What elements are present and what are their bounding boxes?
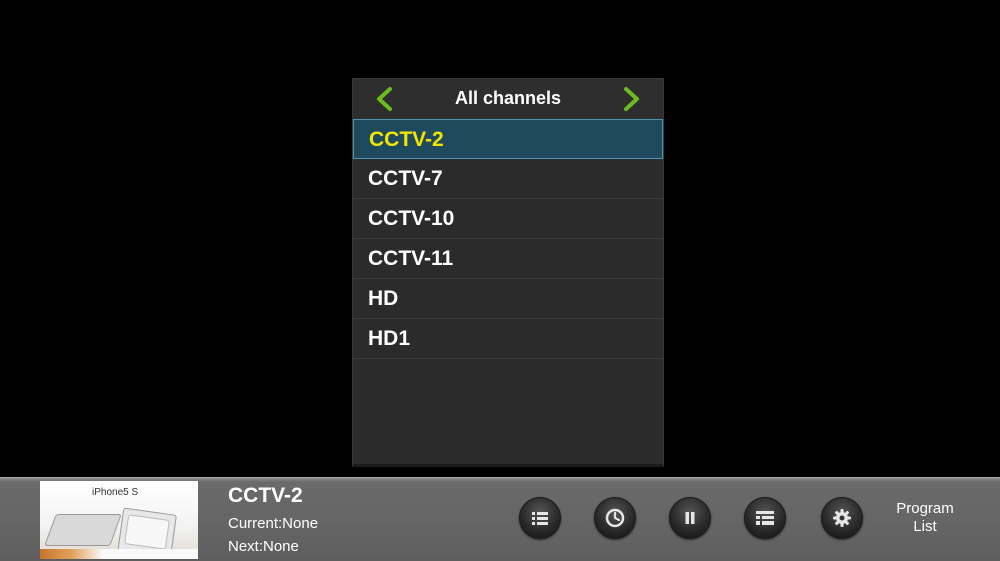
panel-title: All channels <box>454 88 562 108</box>
program-list-label-line1: Program <box>896 500 954 517</box>
channel-list-button[interactable] <box>519 497 561 539</box>
clock-button[interactable] <box>594 497 636 539</box>
channel-label: CCTV-2 <box>369 128 444 151</box>
thumbnail-brand-text: iPhone5 S <box>92 487 139 498</box>
panel-header: All channels <box>353 79 663 119</box>
current-program: Current:None <box>228 515 319 532</box>
channel-item-cctv-10[interactable]: CCTV-10 <box>353 199 663 239</box>
channel-item-cctv-7[interactable]: CCTV-7 <box>353 159 663 199</box>
chevron-right-icon[interactable] <box>619 86 643 112</box>
phone-image <box>44 514 122 546</box>
channel-preview-thumbnail: iPhone5 S <box>40 481 198 559</box>
channel-label: HD1 <box>368 327 411 350</box>
channel-item-cctv-11[interactable]: CCTV-11 <box>353 239 663 279</box>
epg-button[interactable] <box>744 497 786 539</box>
epg-list-icon <box>756 511 774 525</box>
next-program: Next:None <box>228 538 299 555</box>
channel-item-hd1[interactable]: HD1 <box>353 319 663 359</box>
pause-button[interactable] <box>669 497 711 539</box>
channel-list-panel: All channels CCTV-2 CCTV-7 CCTV-10 CCTV-… <box>352 78 664 467</box>
thumbnail-strip <box>40 549 198 559</box>
list-icon <box>532 512 548 525</box>
channel-label: CCTV-10 <box>368 207 455 230</box>
channel-item-cctv-2[interactable]: CCTV-2 <box>353 119 663 159</box>
now-playing-channel: CCTV-2 <box>228 484 303 507</box>
clock-icon <box>605 508 625 528</box>
gear-icon <box>833 509 851 527</box>
channel-label: CCTV-11 <box>368 247 454 270</box>
channel-label: HD <box>368 287 399 310</box>
pause-icon <box>685 512 695 524</box>
phone-screen-image <box>124 514 170 550</box>
channel-label: CCTV-7 <box>368 167 443 190</box>
program-list-label-line2: List <box>913 518 937 535</box>
channel-item-hd[interactable]: HD <box>353 279 663 319</box>
settings-button[interactable] <box>821 497 863 539</box>
program-list-button[interactable]: Program List <box>880 500 970 536</box>
